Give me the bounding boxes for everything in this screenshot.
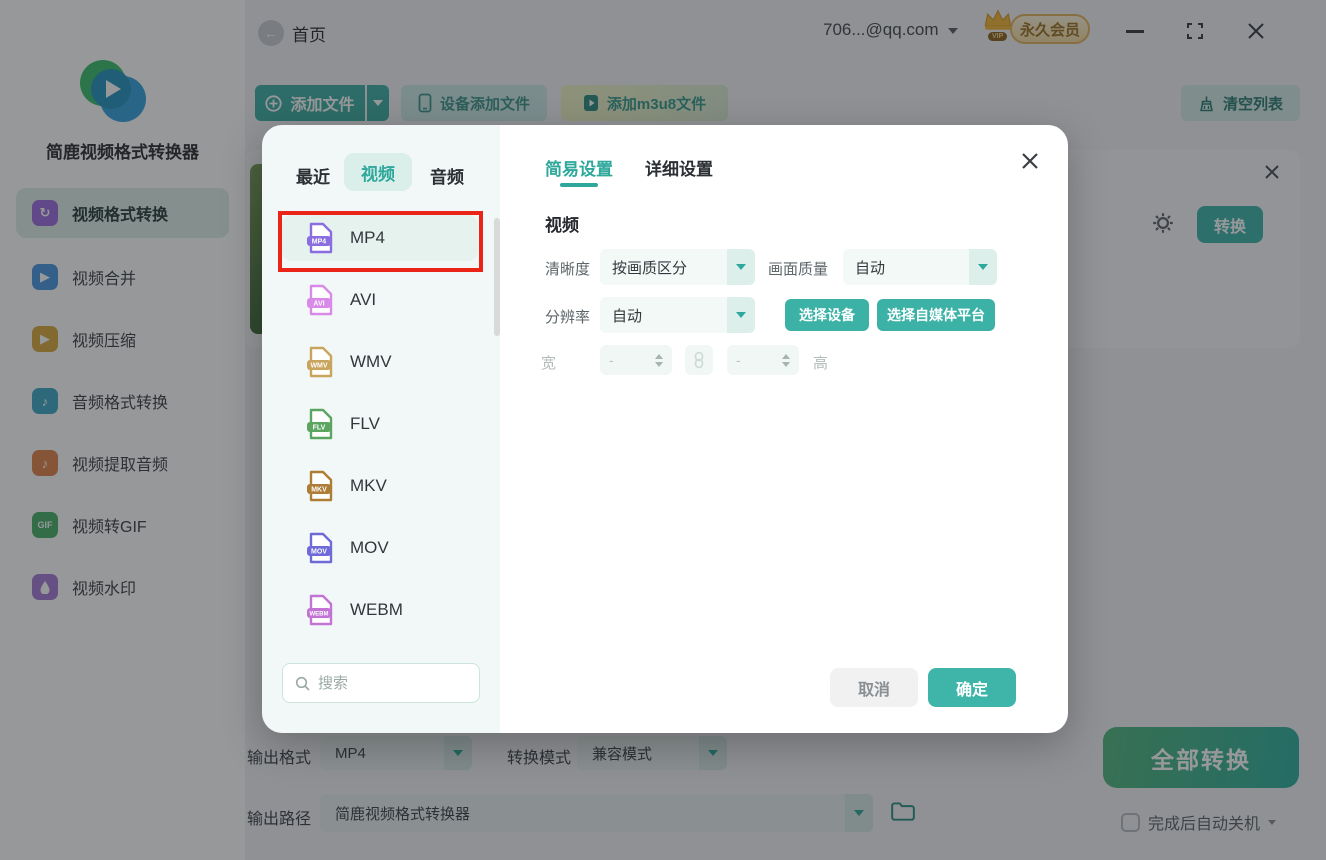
width-stepper[interactable]: - <box>600 345 672 375</box>
video-section-title: 视频 <box>545 216 579 235</box>
format-item-mov[interactable]: MOV MOV <box>282 525 478 571</box>
file-icon: AVI <box>307 284 333 316</box>
quality-select[interactable]: 自动 <box>843 249 997 285</box>
file-icon: WEBM <box>307 594 333 626</box>
cancel-button[interactable]: 取消 <box>830 668 918 707</box>
width-label: 宽 <box>541 355 557 372</box>
select-device-button[interactable]: 选择设备 <box>785 299 869 331</box>
file-icon: WMV <box>307 346 333 378</box>
height-label: 高 <box>813 355 829 372</box>
format-label: MKV <box>350 476 387 495</box>
active-tab-underline <box>560 183 598 187</box>
chevron-down-icon <box>969 249 997 285</box>
format-item-avi[interactable]: AVI AVI <box>282 277 478 323</box>
format-list-pane: 最近 视频 音频 MP4 MP4 AVI AVI WMV WMV FLV FLV… <box>262 125 500 733</box>
format-label: FLV <box>350 414 380 433</box>
file-icon: MP4 <box>307 222 333 254</box>
file-icon: FLV <box>307 408 333 440</box>
search-icon <box>295 676 310 691</box>
chevron-down-icon <box>727 297 755 333</box>
format-item-mp4[interactable]: MP4 MP4 <box>282 215 478 261</box>
format-settings-dialog: 最近 视频 音频 MP4 MP4 AVI AVI WMV WMV FLV FLV… <box>262 125 1068 733</box>
svg-text:AVI: AVI <box>313 301 324 308</box>
quality-value: 自动 <box>855 259 886 277</box>
app-window: 简鹿视频格式转换器 ↻ 视频格式转换 ▶ 视频合并 ▶ 视频压缩 ♪ 音频格式转… <box>0 0 1326 860</box>
height-value: - <box>736 352 741 368</box>
file-icon: MKV <box>307 470 333 502</box>
format-label: WEBM <box>350 600 403 619</box>
format-item-webm[interactable]: WEBM WEBM <box>282 587 478 633</box>
tab-recent[interactable]: 最近 <box>296 163 330 188</box>
close-dialog-icon[interactable] <box>1020 151 1040 171</box>
resolution-value: 自动 <box>612 307 643 325</box>
tab-audio[interactable]: 音频 <box>430 163 464 188</box>
select-media-platform-button[interactable]: 选择自媒体平台 <box>877 299 995 331</box>
format-label: WMV <box>350 352 392 371</box>
spinner-arrows-icon[interactable] <box>655 353 663 367</box>
chevron-down-icon <box>727 249 755 285</box>
format-search[interactable] <box>282 663 480 703</box>
height-stepper[interactable]: - <box>727 345 799 375</box>
settings-pane: 简易设置 详细设置 视频 清晰度 按画质区分 画面质量 自动 分辨率 自动 选择… <box>500 125 1068 733</box>
file-icon: MOV <box>307 532 333 564</box>
format-item-mkv[interactable]: MKV MKV <box>282 463 478 509</box>
format-label: AVI <box>350 290 377 309</box>
spinner-arrows-icon[interactable] <box>782 353 790 367</box>
tab-simple-settings[interactable]: 简易设置 <box>545 155 613 180</box>
resolution-select[interactable]: 自动 <box>600 297 755 333</box>
tab-detailed-settings[interactable]: 详细设置 <box>645 155 713 180</box>
clarity-value: 按画质区分 <box>612 259 688 277</box>
format-item-flv[interactable]: FLV FLV <box>282 401 478 447</box>
clarity-label: 清晰度 <box>545 261 591 278</box>
resolution-label: 分辨率 <box>545 309 591 326</box>
svg-text:MKV: MKV <box>311 487 327 494</box>
tab-video-active[interactable]: 视频 <box>344 153 412 191</box>
search-input[interactable] <box>318 674 458 692</box>
confirm-button[interactable]: 确定 <box>928 668 1016 707</box>
format-item-wmv[interactable]: WMV WMV <box>282 339 478 385</box>
svg-text:FLV: FLV <box>313 425 326 432</box>
svg-text:MP4: MP4 <box>312 239 327 246</box>
clarity-select[interactable]: 按画质区分 <box>600 249 755 285</box>
svg-text:WMV: WMV <box>310 363 327 370</box>
format-label: MP4 <box>350 228 385 247</box>
format-list: MP4 MP4 AVI AVI WMV WMV FLV FLV MKV MKV … <box>282 215 478 649</box>
quality-label: 画面质量 <box>768 261 829 278</box>
format-label: MOV <box>350 538 389 557</box>
width-value: - <box>609 352 614 368</box>
svg-text:MOV: MOV <box>311 549 327 556</box>
svg-text:WEBM: WEBM <box>310 612 329 618</box>
aspect-link-icon[interactable] <box>685 345 713 375</box>
